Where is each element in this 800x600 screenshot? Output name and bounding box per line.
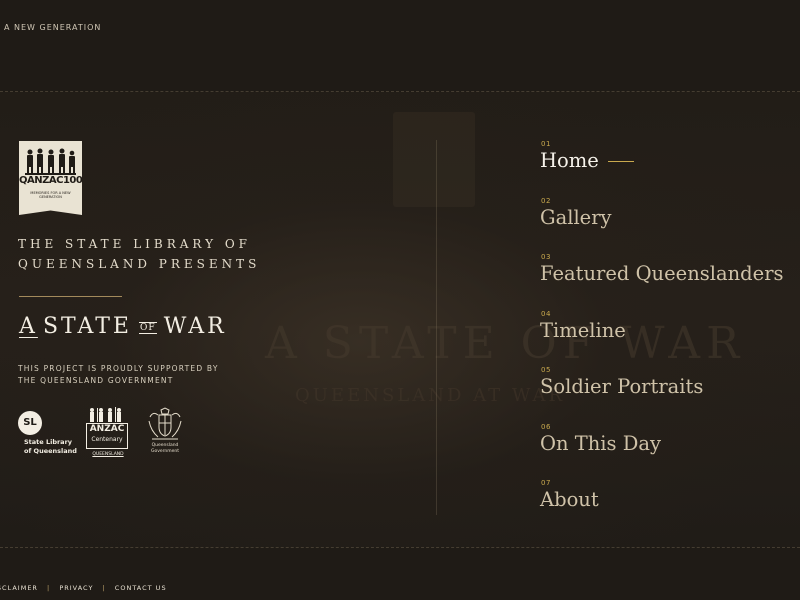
queensland-government-logo[interactable]: Queensland Government: [146, 407, 186, 457]
support-line-1: THIS PROJECT IS PROUDLY SUPPORTED BY: [18, 364, 219, 373]
anzac-wordmark: ANZAC Centenary QUEENSLAND: [86, 423, 128, 457]
nav-number: 05: [541, 366, 551, 374]
title-word-state: STATE: [42, 314, 132, 339]
nav-item-gallery[interactable]: 02 Gallery: [540, 197, 800, 237]
nav-number: 02: [541, 197, 551, 205]
title-word-of: OF: [139, 322, 157, 334]
footer-link-contact-us[interactable]: CONTACT US: [115, 584, 167, 592]
short-divider: [19, 296, 122, 297]
state-library-logo[interactable]: SL State Library of Queensland: [18, 411, 77, 459]
anzac-line-2: Centenary: [91, 436, 123, 443]
nav-label: Soldier Portraits: [540, 375, 704, 398]
nav-label: Featured Queenslanders: [540, 262, 784, 285]
presenter-text: THE STATE LIBRARY OF QUEENSLAND PRESENTS: [18, 234, 260, 274]
support-text: THIS PROJECT IS PROUDLY SUPPORTED BY THE…: [18, 363, 219, 387]
logo-subtitle: MEMORIES FOR A NEW GENERATION: [30, 191, 71, 199]
site-title: A STATE OF WAR: [19, 314, 227, 342]
background-watermark-subtitle: QUEENSLAND AT WAR: [295, 385, 566, 406]
support-line-2: THE QUEENSLAND GOVERNMENT: [18, 376, 174, 385]
footer-link-privacy[interactable]: PRIVACY: [59, 584, 93, 592]
anzac-centenary-logo[interactable]: ANZAC Centenary QUEENSLAND: [86, 407, 128, 457]
nav-number: 03: [541, 253, 551, 261]
qanzac100-logo[interactable]: QANZAC100 MEMORIES FOR A NEW GENERATION: [19, 141, 82, 215]
footer-separator: |: [102, 584, 106, 592]
coat-of-arms-icon: [148, 407, 182, 440]
sl-name-line-1: State Library: [24, 438, 73, 446]
anzac-soldiers-icon: [90, 407, 121, 422]
header-tagline: A NEW GENERATION: [4, 23, 102, 32]
background-watermark-badge: [393, 112, 475, 207]
nav-label: Timeline: [540, 319, 626, 342]
nav-number: 04: [541, 310, 551, 318]
nav-label: Gallery: [540, 206, 612, 229]
qld-name: Queensland Government: [144, 443, 186, 455]
footer-links: DISCLAIMER | PRIVACY | CONTACT US: [0, 584, 167, 592]
divider-vertical: [436, 140, 437, 515]
nav-label: About: [540, 488, 599, 511]
sl-name-line-2: of Queensland: [24, 447, 77, 455]
nav-item-soldier-portraits[interactable]: 05 Soldier Portraits: [540, 366, 800, 406]
footer-separator: |: [47, 584, 51, 592]
nav-label: On This Day: [540, 432, 662, 455]
anzac-line-3: QUEENSLAND: [92, 452, 124, 457]
nav-label: Home: [540, 149, 599, 172]
sl-mark: SL: [18, 411, 42, 435]
active-indicator: [608, 161, 634, 162]
nav-number: 01: [541, 140, 551, 148]
nav-item-on-this-day[interactable]: 06 On This Day: [540, 423, 800, 463]
nav-item-timeline[interactable]: 04 Timeline: [540, 310, 800, 350]
divider-bottom: [0, 547, 800, 548]
nav-number: 06: [541, 423, 551, 431]
footer-link-disclaimer[interactable]: DISCLAIMER: [0, 584, 38, 592]
divider-top: [0, 91, 800, 92]
soldiers-silhouette-icon: [25, 148, 76, 175]
nav-number: 07: [541, 479, 551, 487]
anzac-line-1: ANZAC: [89, 424, 125, 434]
qld-name-line-2: Government: [150, 449, 180, 454]
presenter-line-1: THE STATE LIBRARY OF: [18, 237, 251, 251]
title-word-war: WAR: [163, 314, 227, 339]
sl-name: State Library of Queensland: [24, 438, 84, 456]
nav-item-featured-queenslanders[interactable]: 03 Featured Queenslanders: [540, 253, 800, 293]
presenter-line-2: QUEENSLAND PRESENTS: [18, 257, 261, 271]
nav-item-about[interactable]: 07 About: [540, 479, 800, 519]
nav-item-home[interactable]: 01 Home: [540, 140, 800, 180]
logo-title: QANZAC100: [19, 175, 83, 186]
title-word-a: A: [19, 314, 38, 339]
